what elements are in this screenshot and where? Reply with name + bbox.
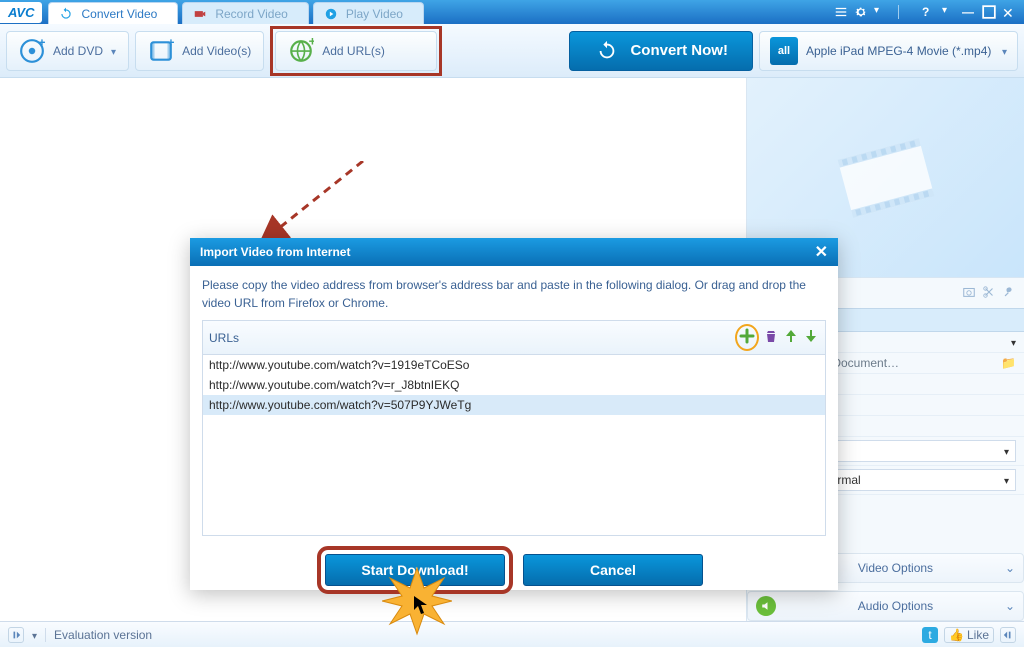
globe-icon: +	[288, 38, 314, 64]
dialog-description: Please copy the video address from brows…	[202, 276, 826, 312]
cut-icon[interactable]	[982, 285, 996, 302]
add-urls-highlight: + Add URL(s)	[270, 26, 442, 76]
panel-toggle-icon[interactable]	[8, 627, 24, 643]
film-icon: +	[148, 38, 174, 64]
toolbar: + Add DVD + Add Video(s) + Add URL(s) Co…	[0, 24, 1024, 78]
dropdown-icon[interactable]: ▾	[942, 5, 956, 19]
camera-icon	[193, 7, 207, 21]
close-icon[interactable]: ✕	[815, 242, 828, 262]
svg-text:+: +	[309, 38, 314, 49]
minimize-icon[interactable]: —	[962, 5, 976, 19]
statusbar-left: Evaluation version	[8, 627, 152, 643]
button-label: Add DVD	[53, 44, 103, 58]
tab-label: Record Video	[215, 7, 288, 21]
app-logo: AVC	[0, 2, 42, 23]
button-label: Audio Options	[786, 599, 1005, 613]
add-url-highlight	[735, 324, 759, 351]
trash-icon[interactable]	[763, 328, 779, 347]
status-text: Evaluation version	[54, 628, 152, 642]
wrench-icon[interactable]	[1002, 285, 1016, 302]
refresh-icon	[594, 38, 620, 64]
statusbar-right: t 👍 Like	[922, 627, 1016, 643]
disc-icon: +	[19, 38, 45, 64]
url-row[interactable]: http://www.youtube.com/watch?v=r_J8btnIE…	[203, 375, 825, 395]
profile-label: Apple iPad MPEG-4 Movie (*.mp4)	[806, 44, 996, 58]
play-icon	[324, 7, 338, 21]
convert-now-button[interactable]: Convert Now!	[569, 31, 753, 71]
button-label: Add URL(s)	[322, 44, 385, 58]
url-row[interactable]: http://www.youtube.com/watch?v=1919eTCoE…	[203, 355, 825, 375]
button-label: Convert Now!	[630, 42, 728, 59]
dropdown-icon[interactable]: ▾	[874, 5, 888, 19]
maximize-icon[interactable]	[982, 5, 996, 19]
chevron-down-icon[interactable]	[1002, 44, 1007, 58]
facebook-like-button[interactable]: 👍 Like	[944, 627, 994, 643]
folder-icon[interactable]: 📁	[1001, 356, 1016, 370]
svg-text:+: +	[168, 38, 175, 50]
add-videos-button[interactable]: + Add Video(s)	[135, 31, 264, 71]
dialog-body: Please copy the video address from brows…	[190, 266, 838, 596]
twitter-icon[interactable]: t	[922, 627, 938, 643]
dialog-title: Import Video from Internet	[200, 245, 350, 259]
add-urls-button[interactable]: + Add URL(s)	[275, 31, 437, 71]
svg-text:+: +	[39, 38, 46, 50]
titlebar: AVC Convert Video Record Video Play Vide…	[0, 0, 1024, 24]
like-label: Like	[967, 628, 989, 642]
url-actions	[735, 324, 819, 351]
url-list-header: URLs	[203, 321, 825, 355]
list-icon[interactable]	[834, 5, 848, 19]
panel-toggle-icon[interactable]	[1000, 627, 1016, 643]
url-row[interactable]: http://www.youtube.com/watch?v=507P9YJWe…	[203, 395, 825, 415]
audio-icon	[756, 596, 776, 616]
main-tabs: Convert Video Record Video Play Video	[48, 0, 834, 24]
add-dvd-button[interactable]: + Add DVD	[6, 31, 129, 71]
statusbar: Evaluation version t 👍 Like	[0, 621, 1024, 647]
chevron-down-icon[interactable]	[111, 44, 116, 58]
chevron-down-icon[interactable]	[32, 628, 37, 642]
chevron-down-icon[interactable]	[1011, 335, 1016, 349]
url-list-box: URLs http://www.youtube.com/watch?v=1919…	[202, 320, 826, 536]
dialog-titlebar[interactable]: Import Video from Internet ✕	[190, 238, 838, 266]
cancel-button[interactable]: Cancel	[523, 554, 703, 586]
filmstrip-icon	[826, 118, 946, 238]
tab-convert-video[interactable]: Convert Video	[48, 2, 178, 24]
url-list[interactable]: http://www.youtube.com/watch?v=1919eTCoE…	[203, 355, 825, 535]
move-up-icon[interactable]	[783, 328, 799, 347]
close-icon[interactable]: ✕	[1002, 5, 1016, 19]
chevron-down-icon: ⌄	[1005, 599, 1015, 613]
chevron-down-icon	[1004, 473, 1009, 487]
button-label: Add Video(s)	[182, 44, 251, 58]
help-icon[interactable]: ?	[922, 5, 936, 19]
window-controls: ▾ ? ▾ — ✕	[834, 5, 1024, 19]
refresh-icon	[59, 7, 73, 21]
dialog-buttons: Start Download! Cancel	[202, 554, 826, 586]
tab-label: Convert Video	[81, 7, 157, 21]
gear-icon[interactable]	[854, 5, 868, 19]
thumb-up-icon: 👍	[949, 628, 964, 642]
tab-label: Play Video	[346, 7, 403, 21]
snapshot-icon[interactable]	[962, 285, 976, 302]
chevron-down-icon: ⌄	[1005, 561, 1015, 575]
body: Basic Settings Auto C:\Users\Ariel\Docum…	[0, 78, 1024, 621]
profile-icon: all	[770, 37, 798, 65]
quality-dropdown[interactable]: Normal	[815, 469, 1016, 491]
import-url-dialog: Import Video from Internet ✕ Please copy…	[190, 238, 838, 590]
tab-play-video[interactable]: Play Video	[313, 2, 424, 24]
move-down-icon[interactable]	[803, 328, 819, 347]
plus-icon[interactable]	[739, 328, 755, 347]
separator	[898, 5, 912, 19]
output-profile-dropdown[interactable]: all Apple iPad MPEG-4 Movie (*.mp4)	[759, 31, 1018, 71]
chevron-down-icon	[1004, 444, 1009, 458]
start-download-button[interactable]: Start Download!	[325, 554, 505, 586]
urls-label: URLs	[209, 331, 239, 345]
tab-record-video[interactable]: Record Video	[182, 2, 309, 24]
